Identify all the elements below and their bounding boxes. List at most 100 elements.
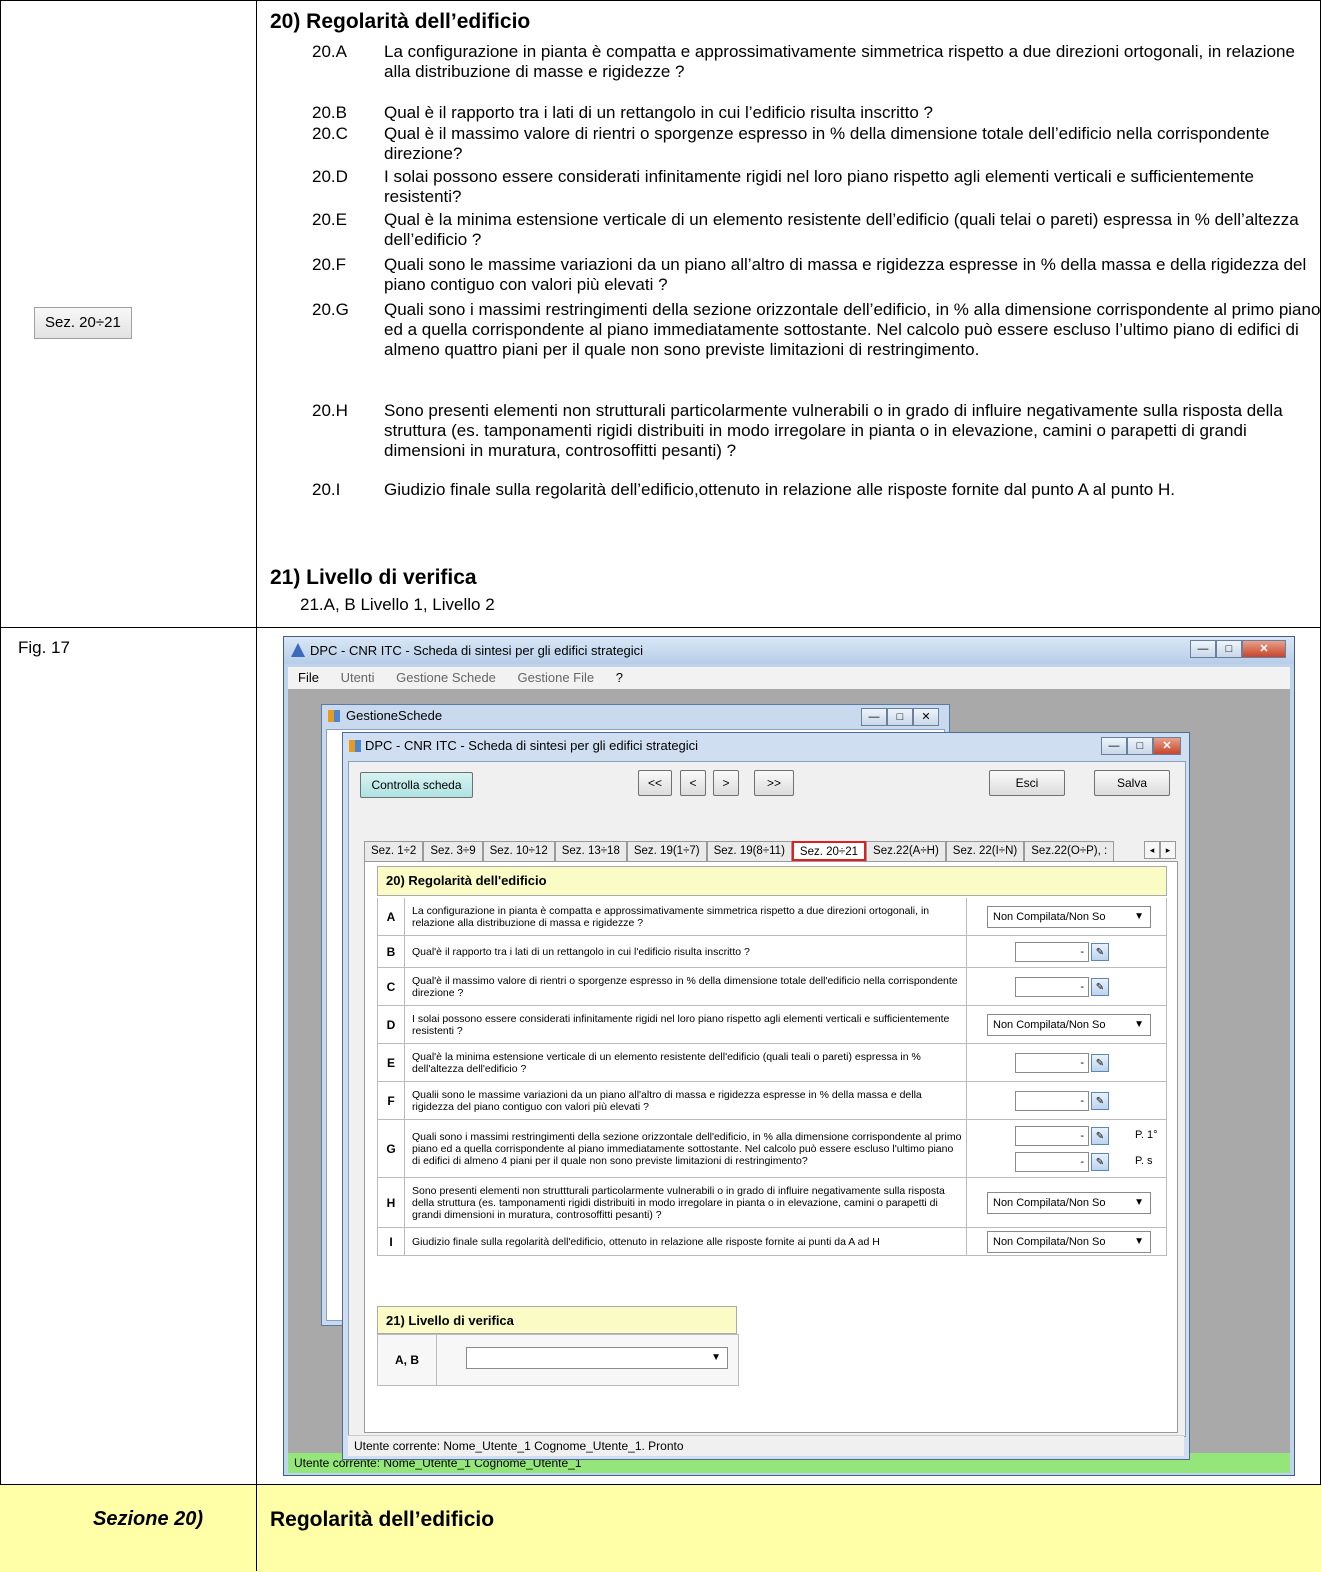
row-letter: A	[378, 898, 405, 935]
row-value-cell: - ✎	[966, 968, 1169, 1005]
close-icon[interactable]: ✕	[1153, 737, 1181, 755]
section-21-line: 21.A, B Livello 1, Livello 2	[300, 595, 495, 614]
last-record-button[interactable]: >>	[754, 770, 794, 796]
livello-verifica-row: A, B ▼	[377, 1334, 739, 1386]
heading-section-20: 20) Regolarità dell’edificio	[270, 10, 531, 33]
scheda-window-controls: — □ ✕	[1101, 737, 1181, 755]
form-row-e: E Qual'è la minima estensione verticale d…	[377, 1044, 1167, 1082]
question-id: 20.F	[312, 255, 347, 274]
tab-sez-20-21[interactable]: Sez. 20÷21	[791, 841, 867, 861]
question-text: La configurazione in pianta è compatta e…	[384, 42, 1295, 81]
form-heading-21: 21) Livello di verifica	[377, 1306, 737, 1334]
numeric-input[interactable]: -	[1015, 1152, 1089, 1172]
numeric-input[interactable]: -	[1015, 1126, 1089, 1146]
livello-verifica-combo[interactable]: ▼	[466, 1347, 728, 1369]
first-record-button[interactable]: <<	[638, 770, 672, 796]
menu-file[interactable]: File	[298, 670, 319, 685]
tab-sez-22-i-n[interactable]: Sez. 22(I÷N)	[945, 841, 1025, 861]
calculator-icon[interactable]: ✎	[1091, 1054, 1109, 1072]
chevron-down-icon: ▼	[711, 1352, 721, 1363]
form-row-g: G Quali sono i massimi restringimenti del…	[377, 1120, 1167, 1178]
form-row-f: F Qualii sono le massime variazioni da un…	[377, 1082, 1167, 1120]
heading-section-21: 21) Livello di verifica	[270, 566, 477, 589]
menu-gestione-file[interactable]: Gestione File	[518, 670, 595, 685]
maximize-icon[interactable]: □	[887, 708, 913, 726]
answer-combo-value: Non Compilata/Non So	[993, 911, 1106, 923]
question-text: Quali sono i massimi restringimenti dell…	[384, 300, 1321, 359]
row-question-text: Qual'è il rapporto tra i lati di un rett…	[412, 945, 750, 958]
section-panel: 20) Regolarità dell'edificio A La configu…	[364, 861, 1178, 1433]
answer-combo[interactable]: Non Compilata/Non So ▼	[987, 1014, 1151, 1036]
ab-label: A, B	[378, 1335, 437, 1385]
calculator-icon[interactable]: ✎	[1091, 1092, 1109, 1110]
question-row: 20.G Quali sono i massimi restringimenti …	[312, 300, 1320, 380]
tab-sez-1-2[interactable]: Sez. 1÷2	[364, 841, 424, 861]
row-value-cell: Non Compilata/Non So ▼	[966, 1006, 1169, 1043]
chevron-left-icon[interactable]: ◂	[1144, 841, 1160, 859]
question-id: 20.E	[312, 210, 347, 229]
menu-gestione-schede[interactable]: Gestione Schede	[396, 670, 496, 685]
salva-button[interactable]: Salva	[1094, 770, 1170, 796]
app-icon	[291, 643, 305, 657]
row-value-cell: - ✎	[966, 936, 1169, 967]
close-icon[interactable]: ✕	[1242, 640, 1286, 658]
minimize-icon[interactable]: —	[1190, 640, 1216, 658]
question-row: 20.C Qual è il massimo valore di rientri …	[312, 124, 1312, 164]
form-icon	[349, 740, 361, 752]
minimize-icon[interactable]: —	[1101, 737, 1127, 755]
scheda-window-titlebar: DPC - CNR ITC - Scheda di sintesi per gl…	[343, 733, 1189, 759]
question-text: Qual è il rapporto tra i lati di un rett…	[384, 103, 933, 122]
tab-sez-19-8-11[interactable]: Sez. 19(8÷11)	[706, 841, 792, 861]
question-row: 20.F Quali sono le massime variazioni da …	[312, 255, 1312, 295]
row-value-cell: - ✎ P. 1° - ✎ P. s	[966, 1120, 1169, 1177]
numeric-input[interactable]: -	[1015, 942, 1089, 962]
calculator-icon[interactable]: ✎	[1091, 1127, 1109, 1145]
tab-sez-22-o-p[interactable]: Sez.22(O÷P), :	[1024, 841, 1115, 861]
row-letter: D	[378, 1006, 405, 1043]
question-text: Sono presenti elementi non strutturali p…	[384, 401, 1283, 460]
close-icon[interactable]: ✕	[913, 708, 939, 726]
window-controls: — □ ✕	[1190, 640, 1286, 659]
numeric-input[interactable]: -	[1015, 977, 1089, 997]
row-letter: F	[378, 1082, 405, 1119]
tab-sez-19-1-7[interactable]: Sez. 19(1÷7)	[626, 841, 707, 861]
maximize-icon[interactable]: □	[1127, 737, 1153, 755]
esci-button[interactable]: Esci	[989, 770, 1065, 796]
row-letter: E	[378, 1044, 405, 1081]
answer-combo-value: Non Compilata/Non So	[993, 1197, 1106, 1209]
answer-combo[interactable]: Non Compilata/Non So ▼	[987, 906, 1151, 928]
form-row-d: D I solai possono essere considerati infi…	[377, 1006, 1167, 1044]
calculator-icon[interactable]: ✎	[1091, 943, 1109, 961]
menu-bar: File Utenti Gestione Schede Gestione Fil…	[288, 667, 1290, 689]
minimize-icon[interactable]: —	[861, 708, 887, 726]
menu-utenti[interactable]: Utenti	[341, 670, 375, 685]
tab-sez-3-9[interactable]: Sez. 3÷9	[423, 841, 483, 861]
row-letter: C	[378, 968, 405, 1005]
answer-combo-value: Non Compilata/Non So	[993, 1019, 1106, 1031]
calculator-icon[interactable]: ✎	[1091, 978, 1109, 996]
next-record-button[interactable]: >	[713, 770, 739, 796]
answer-combo[interactable]: Non Compilata/Non So ▼	[987, 1231, 1151, 1253]
tab-sez-22-a-h[interactable]: Sez.22(A÷H)	[866, 841, 946, 861]
row-question-text: Quali sono i massimi restringimenti dell…	[412, 1130, 962, 1167]
numeric-input[interactable]: -	[1015, 1091, 1089, 1111]
menu-help[interactable]: ?	[616, 670, 623, 685]
chevron-down-icon: ▼	[1134, 1197, 1144, 1208]
calculator-icon[interactable]: ✎	[1091, 1153, 1109, 1171]
prev-record-button[interactable]: <	[680, 770, 706, 796]
form-row-b: B Qual'è il rapporto tra i lati di un ret…	[377, 936, 1167, 968]
form-row-h: H Sono presenti elementi non struttturali…	[377, 1178, 1167, 1228]
question-id: 20.G	[312, 300, 349, 319]
maximize-icon[interactable]: □	[1216, 640, 1242, 658]
tab-sez-13-18[interactable]: Sez. 13÷18	[554, 841, 627, 861]
question-id: 20.C	[312, 124, 348, 143]
answer-combo[interactable]: Non Compilata/Non So ▼	[987, 1192, 1151, 1214]
form-row-c: C Qual'è il massimo valore di rientri o s…	[377, 968, 1167, 1006]
section-tab-badge: Sez. 20÷21	[34, 307, 132, 339]
tab-sez-10-12[interactable]: Sez. 10÷12	[482, 841, 555, 861]
question-text: Quali sono le massime variazioni da un p…	[384, 255, 1307, 294]
controlla-scheda-button[interactable]: Controlla scheda	[360, 772, 473, 798]
chevron-down-icon: ▼	[1134, 1019, 1144, 1030]
numeric-input[interactable]: -	[1015, 1053, 1089, 1073]
chevron-right-icon[interactable]: ▸	[1160, 841, 1176, 859]
